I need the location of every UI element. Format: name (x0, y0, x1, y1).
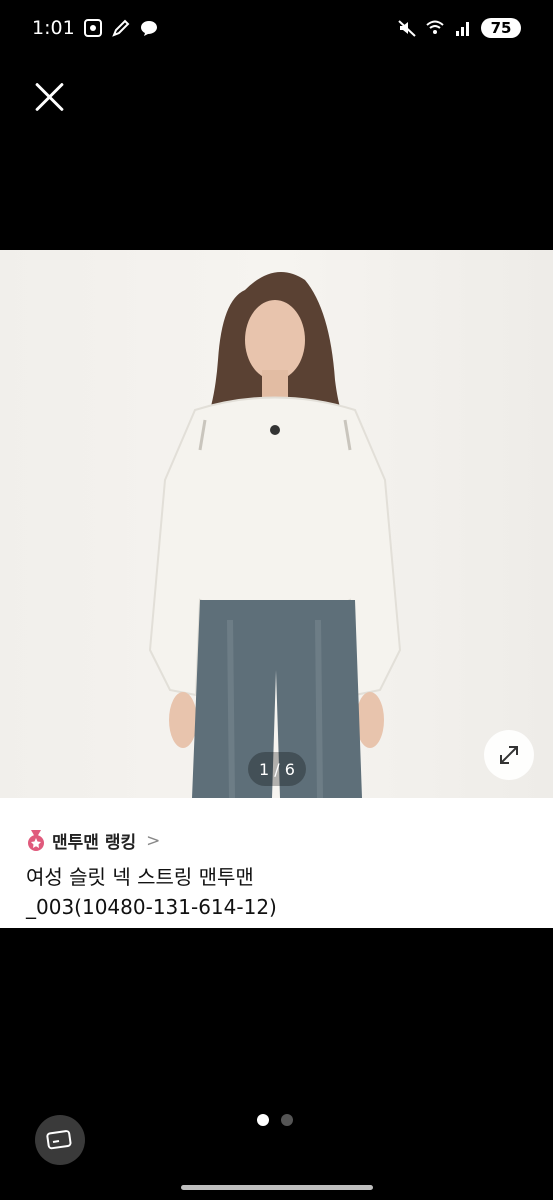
ranking-label: 맨투맨 랭킹 (52, 833, 137, 853)
status-time: 1:01 (32, 17, 75, 39)
product-title-line2: _003(10480-131-614-12) (26, 895, 277, 919)
card-button[interactable] (35, 1115, 85, 1165)
status-left: 1:01 (32, 17, 159, 39)
expand-button[interactable] (484, 730, 534, 780)
expand-icon (500, 746, 518, 764)
battery-indicator: 75 (481, 18, 521, 38)
card-icon (46, 1130, 72, 1150)
page-indicator (257, 1114, 293, 1126)
close-button[interactable] (30, 78, 68, 116)
medal-icon (28, 829, 44, 851)
model-photo (148, 272, 402, 798)
mute-icon (398, 20, 416, 37)
messenger-icon (140, 21, 157, 36)
screenshot-icon (83, 19, 102, 37)
product-title: 여성 슬릿 넥 스트링 맨투맨 _003(10480-131-614-12) (26, 862, 526, 922)
status-bar: 1:01 75 (0, 0, 553, 56)
ranking-link[interactable]: 맨투맨 랭킹 > (26, 828, 160, 853)
product-info-panel: 맨투맨 랭킹 > 여성 슬릿 넥 스트링 맨투맨 _003(10480-131-… (0, 798, 553, 928)
chevron-right-icon: > (146, 830, 161, 851)
product-image[interactable] (0, 250, 553, 798)
home-indicator[interactable] (181, 1185, 373, 1190)
pencil-icon (111, 19, 130, 37)
product-title-line1: 여성 슬릿 넥 스트링 맨투맨 (26, 865, 254, 889)
signal-icon (456, 22, 469, 36)
wifi-icon (426, 20, 444, 34)
image-counter: 1 / 6 (248, 752, 306, 786)
status-right: 75 (397, 18, 521, 38)
page-dot-active[interactable] (257, 1114, 269, 1126)
page-dot[interactable] (281, 1114, 293, 1126)
